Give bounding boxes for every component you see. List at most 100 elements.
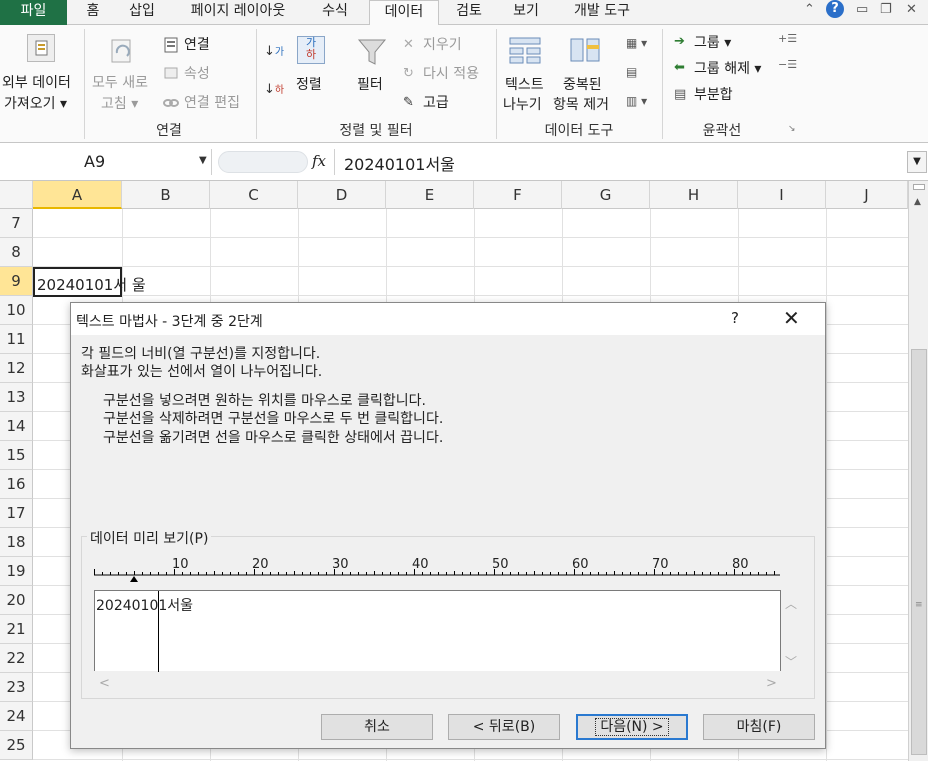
scroll-up-icon[interactable]: ▲ [914, 197, 921, 207]
external-data-button-line2[interactable]: 가져오기 ▾ [4, 93, 67, 113]
hide-detail-icon[interactable]: −☰ [778, 58, 797, 71]
consolidate-icon[interactable]: ▤ [626, 65, 637, 79]
outline-dialog-launcher-icon[interactable]: ↘ [788, 124, 796, 134]
cancel-button[interactable]: 취소 [321, 714, 433, 740]
sort-asc-icon[interactable]: ↓가 [264, 43, 284, 59]
column-header-g[interactable]: G [562, 181, 650, 209]
next-button[interactable]: 다음(N) > [576, 714, 688, 740]
row-header[interactable]: 18 [0, 528, 33, 557]
row-header[interactable]: 17 [0, 499, 33, 528]
column-header-j[interactable]: J [826, 181, 908, 209]
tab-home[interactable]: 홈 [78, 0, 108, 25]
name-box-dropdown-icon[interactable]: ▼ [199, 155, 207, 166]
preview-scroll-down-icon[interactable]: ﹀ [785, 653, 797, 670]
column-header-e[interactable]: E [386, 181, 474, 209]
column-header-d[interactable]: D [298, 181, 386, 209]
minimize-window-icon[interactable]: ▭ [856, 2, 868, 17]
dialog-title-bar[interactable]: 텍스트 마법사 - 3단계 중 2단계 ? ✕ [71, 303, 825, 335]
vertical-scrollbar[interactable]: ▲ ≡ [908, 181, 928, 761]
remove-duplicates-button[interactable]: 중복된 [563, 74, 602, 94]
show-detail-icon[interactable]: +☰ [778, 32, 797, 45]
name-box[interactable]: A9 [0, 149, 212, 175]
row-header[interactable]: 19 [0, 557, 33, 586]
reapply-button[interactable]: 다시 적용 [423, 63, 479, 83]
sort-desc-icon[interactable]: ↓하 [264, 81, 284, 97]
formula-bar-resize-handle[interactable] [218, 151, 308, 173]
restore-window-icon[interactable]: ❐ [880, 2, 892, 17]
minimize-ribbon-icon[interactable]: ⌃ [804, 2, 815, 17]
remove-duplicates-icon [569, 35, 603, 69]
remove-duplicates-button-line2[interactable]: 항목 제거 [553, 94, 609, 114]
tab-view[interactable]: 보기 [503, 0, 549, 25]
sheet-row [33, 209, 908, 238]
column-header-b[interactable]: B [122, 181, 210, 209]
properties-button[interactable]: 속성 [184, 63, 210, 83]
filter-button[interactable]: 필터 [357, 74, 383, 94]
vertical-scroll-thumb[interactable]: ≡ [911, 349, 927, 755]
dialog-close-icon[interactable]: ✕ [783, 306, 800, 330]
insert-function-icon[interactable]: fx [312, 152, 326, 170]
row-header[interactable]: 14 [0, 412, 33, 441]
tab-page-layout[interactable]: 페이지 레이아웃 [178, 0, 298, 25]
preview-scroll-up-icon[interactable]: ︿ [785, 595, 797, 612]
what-if-analysis-icon[interactable]: ▥ ▾ [626, 94, 647, 108]
row-header[interactable]: 12 [0, 354, 33, 383]
ungroup-icon: ⬅ [674, 60, 685, 75]
row-header[interactable]: 23 [0, 673, 33, 702]
row-header[interactable]: 10 [0, 296, 33, 325]
row-header[interactable]: 13 [0, 383, 33, 412]
row-header[interactable]: 25 [0, 731, 33, 760]
tab-review[interactable]: 검토 [446, 0, 492, 25]
close-window-icon[interactable]: ✕ [906, 2, 917, 17]
column-header-i[interactable]: I [738, 181, 826, 209]
edit-links-button[interactable]: 연결 편집 [184, 92, 240, 112]
external-data-button[interactable]: 외부 데이터 [2, 72, 71, 92]
row-header[interactable]: 15 [0, 441, 33, 470]
row-header[interactable]: 21 [0, 615, 33, 644]
row-header[interactable]: 22 [0, 644, 33, 673]
subtotal-button[interactable]: 부분합 [694, 84, 733, 104]
split-box-handle[interactable] [913, 184, 925, 190]
group-icon: ➔ [674, 34, 685, 49]
column-header-a[interactable]: A [33, 181, 122, 209]
row-header[interactable]: 8 [0, 238, 33, 267]
row-header[interactable]: 11 [0, 325, 33, 354]
connections-button[interactable]: 연결 [184, 34, 210, 54]
formula-input[interactable]: 20240101서울 [344, 151, 455, 175]
tab-data[interactable]: 데이터 [369, 0, 439, 26]
tab-developer[interactable]: 개발 도구 [562, 0, 642, 25]
row-header[interactable]: 7 [0, 209, 33, 238]
finish-button[interactable]: 마침(F) [703, 714, 815, 740]
data-preview-box[interactable]: 20240101서울 [94, 590, 781, 672]
group-button[interactable]: 그룹 ▾ [694, 32, 731, 52]
clear-button[interactable]: 지우기 [423, 34, 462, 54]
data-validation-icon[interactable]: ▦ ▾ [626, 36, 647, 50]
dialog-help-icon[interactable]: ? [731, 309, 739, 327]
row-header[interactable]: 9 [0, 267, 33, 296]
column-break-arrow-icon[interactable] [130, 576, 138, 582]
column-header-c[interactable]: C [210, 181, 298, 209]
text-to-columns-button-line2[interactable]: 나누기 [503, 94, 542, 114]
row-header[interactable]: 24 [0, 702, 33, 731]
tab-insert[interactable]: 삽입 [120, 0, 164, 25]
text-to-columns-button[interactable]: 텍스트 [505, 74, 544, 94]
expand-formula-bar-icon[interactable]: ▼ [907, 151, 927, 173]
preview-scroll-right-icon[interactable]: > [766, 676, 777, 691]
advanced-button[interactable]: 고급 [423, 92, 449, 112]
column-break-line[interactable] [158, 591, 159, 672]
preview-scroll-left-icon[interactable]: < [99, 676, 110, 691]
select-all-corner[interactable] [0, 181, 33, 209]
column-header-f[interactable]: F [474, 181, 562, 209]
sort-button[interactable]: 정렬 [296, 74, 322, 94]
row-header[interactable]: 20 [0, 586, 33, 615]
tab-formulas[interactable]: 수식 [312, 0, 358, 25]
back-button[interactable]: < 뒤로(B) [448, 714, 560, 740]
refresh-all-button-line2[interactable]: 고침 ▾ [101, 93, 138, 113]
tab-file[interactable]: 파일 [0, 0, 67, 25]
column-ruler[interactable] [94, 558, 780, 578]
help-icon[interactable]: ? [826, 0, 844, 18]
ungroup-button[interactable]: 그룹 해제 ▾ [694, 58, 761, 78]
refresh-all-button[interactable]: 모두 새로 [92, 72, 148, 92]
column-header-h[interactable]: H [650, 181, 738, 209]
row-header[interactable]: 16 [0, 470, 33, 499]
